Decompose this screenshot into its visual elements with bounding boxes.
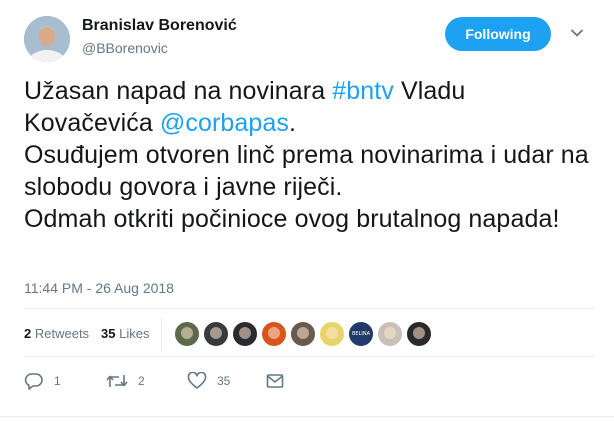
reply-count: 1 [54,374,61,388]
mention-link[interactable]: @corbapas [160,109,289,137]
liker-avatar[interactable] [406,321,432,347]
retweet-button[interactable]: 2 [106,368,145,394]
liker-avatar[interactable]: BELINA [348,321,374,347]
liker-avatar-face [239,327,251,339]
divider [24,308,594,309]
like-button[interactable]: 35 [187,368,230,394]
tweet-actions: 1 2 35 [24,368,594,394]
user-names: Branislav Borenović @BBorenovic [82,16,237,57]
tweet-paragraph-3: Odmah otkriti počinioce ovog brutalnog n… [24,205,560,233]
direct-message-button[interactable] [266,368,294,394]
display-name[interactable]: Branislav Borenović [82,16,237,36]
tweet-header: Branislav Borenović @BBorenovic Followin… [24,14,594,62]
retweet-icon [106,375,128,387]
retweets-label: Retweets [34,326,90,341]
divider [24,356,594,357]
reply-button[interactable]: 1 [24,368,61,394]
liker-avatar[interactable] [290,321,316,347]
likes-stat[interactable]: 35 Likes [101,326,149,341]
retweets-stat[interactable]: 2 Retweets [24,326,89,341]
liker-avatar[interactable] [203,321,229,347]
tweet-text-segment: Užasan napad na novinara [24,77,333,105]
bottom-border [0,416,614,417]
retweets-count: 2 [24,326,32,341]
stats-separator [161,318,162,352]
avatar-photo [24,16,70,62]
liker-avatar-face [326,327,338,339]
tweet-timestamp[interactable]: 11:44 PM - 26 Aug 2018 [24,280,174,296]
user-handle[interactable]: @BBorenovic [82,39,237,57]
liker-avatar[interactable] [261,321,287,347]
liker-avatar[interactable] [174,321,200,347]
tweet-text: Užasan napad na novinara #bntv Vladu Kov… [24,75,594,235]
tweet-line-1: Užasan napad na novinara #bntv Vladu Kov… [24,75,594,139]
liker-avatar[interactable] [232,321,258,347]
hashtag-link[interactable]: #bntv [332,77,394,105]
reply-icon [24,373,43,390]
liker-avatar[interactable] [319,321,345,347]
tweet-paragraph-2: Osuđujem otvoren linč prema novinarima i… [24,141,589,201]
like-count: 35 [217,374,231,388]
user-avatar[interactable] [24,16,70,62]
chevron-down-icon[interactable] [570,26,584,40]
liker-avatar-face [413,327,425,339]
following-button[interactable]: Following [445,17,551,51]
heart-icon [187,372,207,389]
liker-avatar-face [210,327,222,339]
likes-count: 35 [101,326,116,341]
retweet-count: 2 [138,374,145,388]
liker-avatar-label: BELINA [351,331,370,337]
tweet-text-segment: . [289,109,297,137]
liker-avatar-face [384,327,396,339]
liker-avatar-face [181,327,193,339]
likes-label: Likes [119,326,150,341]
tweet-stats: 2 Retweets 35 Likes BELINA [24,318,594,352]
liker-avatar[interactable] [377,321,403,347]
liker-avatar-face [297,327,309,339]
envelope-icon [266,374,284,388]
liker-avatar-face [268,327,280,339]
